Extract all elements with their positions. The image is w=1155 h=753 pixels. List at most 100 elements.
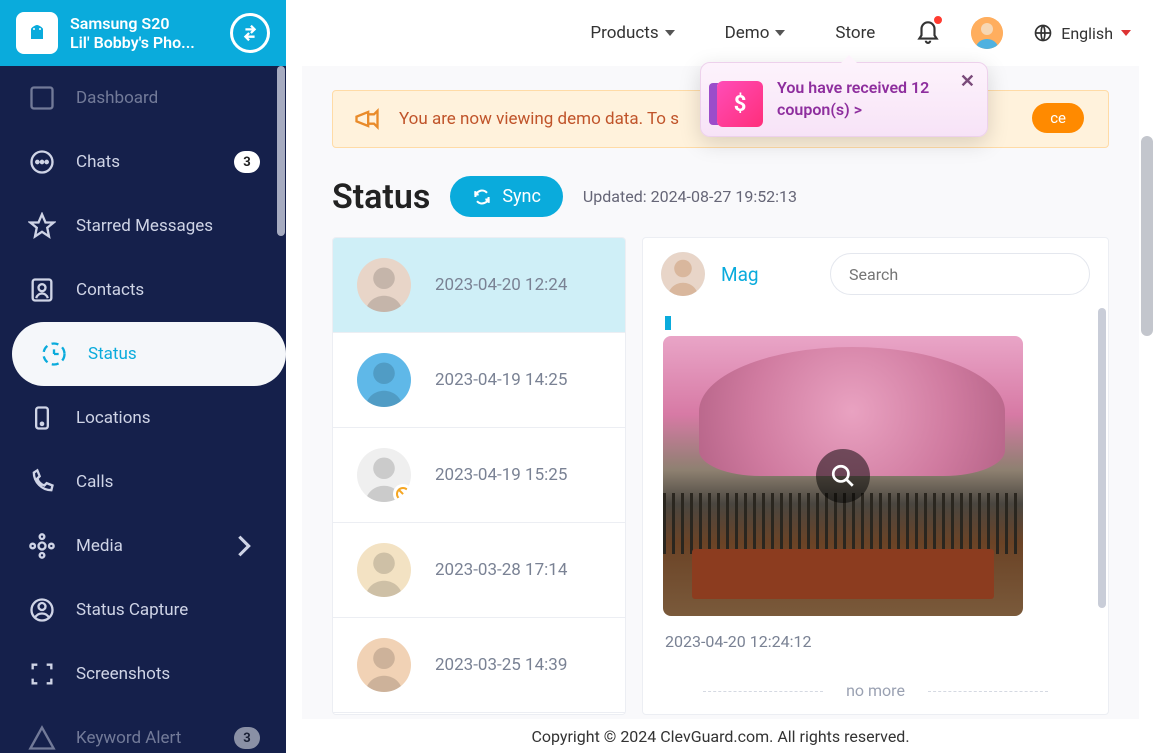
sidebar-item-label: Starred Messages [76, 216, 213, 236]
chevron-down-icon [665, 30, 675, 36]
device-header: Samsung S20 Lil' Bobby's Pho... [0, 0, 286, 66]
banner-buy-button[interactable]: ce [1032, 103, 1084, 133]
sidebar-item-label: Media [76, 536, 123, 556]
switch-device-icon[interactable] [230, 13, 270, 53]
status-list-item[interactable]: 2023-03-25 14:39 [333, 618, 625, 713]
status-item-time: 2023-04-20 12:24 [435, 275, 567, 295]
keyword-badge: 3 [234, 727, 260, 749]
dashboard-icon [28, 84, 56, 112]
sidebar-scrollbar[interactable] [276, 66, 286, 753]
sync-icon [472, 187, 492, 207]
sync-label: Sync [502, 186, 541, 207]
sidebar-item-locations[interactable]: Locations [0, 386, 286, 450]
detail-contact-name: Mag [721, 263, 759, 286]
language-label: English [1061, 24, 1113, 43]
chats-badge: 3 [234, 151, 260, 173]
sidebar-item-media[interactable]: Media [0, 514, 286, 578]
topnav-label: Products [590, 23, 658, 43]
status-list-item[interactable]: 2023-04-19 14:25 [333, 333, 625, 428]
sidebar-item-calls[interactable]: Calls [0, 450, 286, 514]
status-list-item[interactable]: 2023-03-28 17:14 [333, 523, 625, 618]
status-item-time: 2023-03-25 14:39 [435, 655, 567, 675]
chats-icon [28, 148, 56, 176]
top-nav: Products Demo Store [590, 23, 875, 43]
alert-icon [28, 724, 56, 752]
contacts-icon [28, 276, 56, 304]
topnav-products[interactable]: Products [590, 23, 674, 43]
calls-icon [28, 468, 56, 496]
search-input[interactable] [830, 253, 1090, 295]
chevron-down-icon [775, 30, 785, 36]
android-icon [16, 12, 58, 54]
main-area: You are now viewing demo data. To s ce S… [286, 66, 1155, 719]
footer: Copyright © 2024 ClevGuard.com. All righ… [286, 719, 1155, 753]
status-avatar [357, 448, 411, 502]
device-name: Samsung S20 [70, 14, 230, 33]
popup-text[interactable]: You have received 12 coupon(s) > [777, 77, 941, 122]
search-box [830, 253, 1090, 295]
topnav-label: Store [835, 23, 875, 43]
sidebar-item-status-capture[interactable]: Status Capture [0, 578, 286, 642]
coupon-icon: $ [717, 81, 763, 127]
notification-dot [933, 15, 943, 25]
language-selector[interactable]: English [1033, 23, 1131, 43]
user-avatar[interactable] [971, 17, 1003, 49]
status-avatar [357, 638, 411, 692]
topbar: Products Demo Store English [286, 0, 1155, 66]
sidebar-nav: Dashboard Chats 3 Starred Messages Conta… [0, 66, 286, 753]
sidebar-item-chats[interactable]: Chats 3 [0, 130, 286, 194]
chevron-right-icon [230, 532, 258, 560]
sidebar: Samsung S20 Lil' Bobby's Pho... Dashboar… [0, 0, 286, 753]
notifications-bell[interactable] [915, 18, 941, 48]
sidebar-item-label: Status Capture [76, 600, 188, 620]
media-icon [28, 532, 56, 560]
status-avatar [357, 258, 411, 312]
footer-text: Copyright © 2024 ClevGuard.com. All righ… [531, 727, 909, 746]
sidebar-item-label: Screenshots [76, 664, 170, 684]
detail-scrollbar[interactable] [1096, 308, 1106, 706]
topnav-label: Demo [725, 23, 770, 43]
sidebar-item-dashboard[interactable]: Dashboard [0, 66, 286, 130]
sidebar-item-label: Dashboard [76, 88, 158, 108]
detail-avatar [661, 252, 705, 296]
popup-close-button[interactable]: ✕ [960, 71, 975, 92]
status-list-item[interactable]: 2023-03-18 14:00 [333, 713, 625, 715]
status-timestamp: 2023-04-20 12:24:12 [665, 632, 1088, 651]
status-segment-indicator [665, 316, 671, 330]
sidebar-item-status[interactable]: Status [12, 322, 286, 386]
sidebar-item-contacts[interactable]: Contacts [0, 258, 286, 322]
status-avatar [357, 543, 411, 597]
status-list-item[interactable]: 2023-04-20 12:24 [333, 238, 625, 333]
detail-body[interactable]: 2023-04-20 12:24:12 no more [643, 310, 1108, 714]
locations-icon [28, 404, 56, 432]
globe-icon [1033, 23, 1053, 43]
sidebar-item-starred[interactable]: Starred Messages [0, 194, 286, 258]
sidebar-item-screenshots[interactable]: Screenshots [0, 642, 286, 706]
page-scrollbar[interactable] [1141, 136, 1153, 336]
status-list-item[interactable]: 2023-04-19 15:25 [333, 428, 625, 523]
sidebar-item-label: Keyword Alert [76, 728, 181, 748]
status-photo[interactable] [663, 336, 1023, 616]
updated-text: Updated: 2024-08-27 19:52:13 [583, 187, 797, 206]
status-item-time: 2023-04-19 14:25 [435, 370, 567, 390]
sidebar-item-label: Status [88, 344, 137, 364]
status-list[interactable]: 2023-04-20 12:24 2023-04-19 14:25 2023-04-… [332, 237, 626, 715]
megaphone-icon [353, 105, 381, 133]
topnav-store[interactable]: Store [835, 23, 875, 43]
blocked-icon [393, 484, 411, 502]
sidebar-item-label: Contacts [76, 280, 144, 300]
sidebar-item-label: Locations [76, 408, 151, 428]
status-item-time: 2023-03-28 17:14 [435, 560, 567, 580]
status-detail-panel: Mag 2023-04-20 12:24:12 no more [642, 237, 1109, 715]
chevron-down-icon [1121, 30, 1131, 36]
content-row: 2023-04-20 12:24 2023-04-19 14:25 2023-04-… [332, 237, 1109, 715]
status-avatar [357, 353, 411, 407]
sidebar-item-label: Chats [76, 152, 120, 172]
coupon-popup: $ You have received 12 coupon(s) > ✕ [700, 62, 988, 137]
zoom-icon[interactable] [816, 449, 870, 503]
screenshots-icon [28, 660, 56, 688]
topnav-demo[interactable]: Demo [725, 23, 786, 43]
sync-button[interactable]: Sync [450, 176, 563, 217]
detail-header: Mag [643, 238, 1108, 310]
sidebar-item-keyword-alert[interactable]: Keyword Alert 3 [0, 706, 286, 753]
